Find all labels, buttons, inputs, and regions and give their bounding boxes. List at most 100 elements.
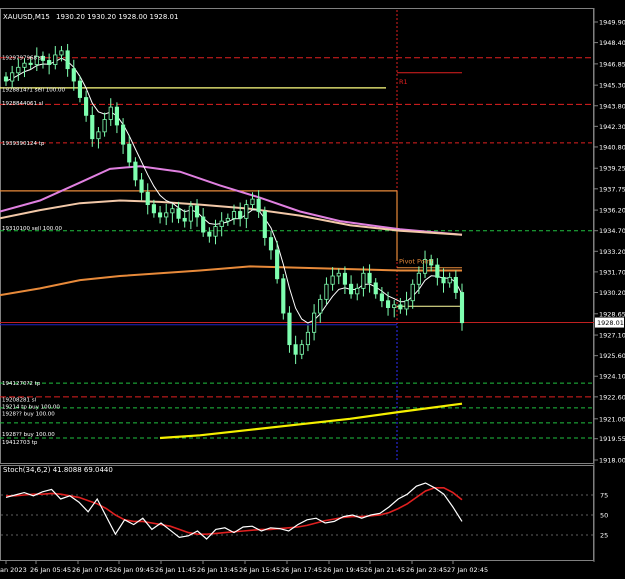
candle-body [349, 283, 354, 295]
chart-window[interactable]: 1929797968 sl 1928814?1 sell 100.00 192884… [0, 0, 625, 575]
time-tick-label: 26 Jan 15:45 [239, 566, 280, 574]
price-tick-label: 1925.60 [599, 352, 625, 360]
candle-body [447, 276, 452, 284]
stoch-level-label: 50 [600, 512, 608, 520]
candle-body [410, 283, 415, 302]
order-label: 19208281 sl [2, 398, 37, 404]
candle-body [127, 143, 132, 163]
candle-body [164, 212, 169, 218]
order-label: 19214 tp buy 100.00 [2, 404, 60, 410]
candle-body [324, 283, 329, 300]
candle-body [22, 62, 27, 68]
time-tick-label: 26 Jan 23:45 [406, 566, 447, 574]
candle-body [404, 300, 409, 310]
time-tick-label: 26 Jan 05:45 [30, 566, 71, 574]
chart-symbol: XAUUSD,M15 [3, 13, 50, 21]
candle-body [287, 312, 292, 346]
candle-body [59, 50, 64, 56]
time-tick-label: 26 Jan 07:45 [72, 566, 113, 574]
candle-body [262, 211, 267, 238]
candle-body [342, 272, 347, 285]
candle-body [459, 292, 465, 324]
candle-body [318, 298, 323, 314]
candle-body [305, 331, 311, 346]
price-tick-label: 1949.90 [599, 19, 625, 27]
pivot-label: Pivot Point [399, 258, 434, 266]
candle-body [28, 62, 33, 65]
price-tick-label: 1937.75 [599, 185, 625, 193]
price-tick-label: 1936.20 [599, 207, 625, 215]
r1-label: R1 [399, 78, 408, 86]
moving-average-pink [0, 165, 463, 236]
candle-body [238, 211, 243, 219]
candle-body [256, 198, 261, 212]
price-tick-label: 1930.20 [599, 289, 625, 297]
candle-body [108, 106, 113, 120]
order-label: 1941270?2 tp [2, 381, 41, 387]
candle-body [65, 50, 70, 70]
candle-body [176, 208, 181, 219]
candle-body [453, 276, 458, 293]
candle-body [275, 249, 280, 280]
order-label: 19310100 sell 100.00 [2, 226, 63, 232]
time-tick-label: 26 Jan 09:45 [113, 566, 154, 574]
candle-body [379, 293, 384, 302]
candle-body [121, 124, 126, 145]
candle-body [10, 72, 15, 82]
candle-body [194, 205, 200, 218]
price-tick-label: 1924.10 [599, 373, 625, 381]
candle-body [84, 97, 89, 116]
order-label: 1928844061 sl [2, 101, 44, 107]
candle-body [441, 276, 446, 284]
stoch-level-label: 75 [600, 492, 608, 500]
candle-body [355, 287, 360, 295]
price-tick-label: 1942.30 [599, 123, 625, 131]
candle-body [330, 275, 335, 285]
price-tick-label: 1922.60 [599, 393, 625, 401]
candle-body [336, 272, 341, 277]
order-label: 1928814?1 sell 100.00 [2, 87, 65, 93]
price-tick-label: 1934.70 [599, 227, 625, 235]
order-label: 1928?? buy 100.00 [2, 432, 55, 438]
price-tick-label: 1933.20 [599, 248, 625, 256]
candle-body [435, 264, 440, 278]
candle-body [145, 191, 150, 206]
stochastic-label: Stoch(34,6,2) 41.8088 69.0440 [3, 466, 113, 474]
candle-body [207, 231, 212, 237]
order-label: 1928?? buy 100.00 [2, 411, 55, 417]
candle-body [244, 204, 249, 219]
order-label: 1929797968 sl [2, 56, 44, 62]
time-tick-label: 26 Jan 13:45 [197, 566, 238, 574]
candle-body [213, 226, 218, 237]
stoch-signal-line [6, 487, 463, 535]
price-tick-label: 1945.30 [599, 82, 625, 90]
candle-body [416, 272, 421, 285]
moving-average-peach [0, 199, 463, 236]
candle-body [71, 68, 76, 82]
price-tick-label: 1948.40 [599, 39, 625, 47]
candle-body [268, 237, 274, 251]
stoch-level-label: 25 [600, 532, 608, 540]
price-tick-label: 1928.65 [599, 310, 625, 318]
order-label: 19412703 tp [2, 440, 38, 446]
price-tick-label: 1921.00 [599, 415, 625, 423]
main-chart-frame [0, 8, 594, 464]
price-tick-label: 1927.10 [599, 332, 625, 340]
time-tick-label: 27 Jan 02:45 [447, 566, 488, 574]
candle-body [139, 179, 144, 193]
candle-body [250, 198, 255, 206]
candle-body [312, 312, 317, 333]
price-tick-label: 1940.80 [599, 143, 625, 151]
time-tick-label: an 2023 [0, 566, 27, 574]
price-tick-label: 1939.25 [599, 165, 625, 173]
candle-body [392, 304, 397, 308]
candle-body [133, 161, 138, 181]
price-chart[interactable]: 1929797968 sl 1928814?1 sell 100.00 192884… [0, 0, 625, 575]
price-tick-label: 1919.55 [599, 435, 625, 443]
price-tick-label: 1931.70 [599, 268, 625, 276]
time-tick-label: 26 Jan 21:45 [364, 566, 405, 574]
candle-body [96, 131, 101, 140]
candle-body [225, 217, 230, 222]
candle-body [182, 217, 187, 222]
candle-body [385, 300, 391, 308]
